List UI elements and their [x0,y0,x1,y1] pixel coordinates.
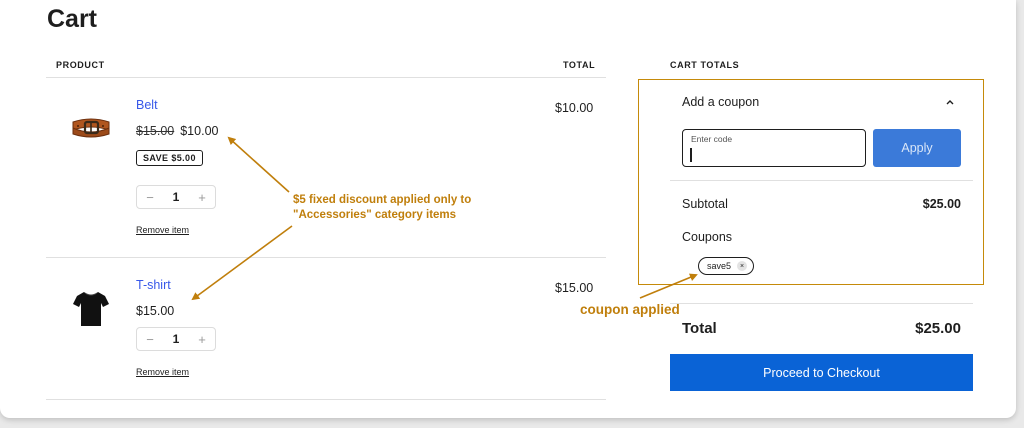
total-value: $25.00 [915,320,961,337]
annotation-highlight-box [638,79,984,285]
cart-page: Cart PRODUCT TOTAL Belt $15.00 $10.00 SAV… [0,0,1016,418]
save-badge: SAVE $5.00 [136,150,203,166]
text-caret [690,148,692,162]
coupon-applied-annotation: coupon applied [580,302,680,317]
subtotal-value: $25.00 [922,197,961,211]
quantity-increase-button[interactable]: + [195,332,209,347]
belt-icon[interactable] [69,114,113,145]
quantity-value[interactable]: 1 [173,332,180,346]
column-header-product: PRODUCT [56,60,105,70]
discount-annotation-line-1: $5 fixed discount applied only to [293,194,472,206]
tshirt-icon[interactable] [73,290,109,333]
quantity-stepper-tshirt: − 1 + [136,327,216,351]
apply-coupon-button[interactable]: Apply [873,129,961,167]
remove-item-link-belt[interactable]: Remove item [136,225,189,235]
total-label: Total [682,320,717,337]
chevron-up-icon[interactable] [944,96,956,108]
coupon-code-label: Enter code [691,134,733,144]
remove-coupon-icon[interactable]: × [737,261,748,271]
product-link-belt[interactable]: Belt [136,98,158,112]
quantity-increase-button[interactable]: + [195,190,209,205]
tshirt-price: $15.00 [136,304,175,318]
coupons-label: Coupons [682,230,733,244]
totals-divider [670,180,973,181]
subtotal-label: Subtotal [682,197,728,211]
line-total-belt: $10.00 [555,101,594,115]
product-link-tshirt[interactable]: T-shirt [136,278,171,292]
belt-sale-price: $10.00 [180,124,219,138]
proceed-to-checkout-button[interactable]: Proceed to Checkout [670,354,973,391]
page-title: Cart [47,5,98,33]
add-coupon-toggle[interactable]: Add a coupon [682,95,759,109]
cart-totals-heading: CART TOTALS [670,60,740,70]
quantity-stepper-belt: − 1 + [136,185,216,209]
belt-price: $15.00 $10.00 [136,124,218,138]
header-divider [46,77,606,78]
coupon-code-input[interactable]: Enter code [682,129,866,167]
table-bottom-divider [46,399,606,400]
total-divider [670,303,973,304]
remove-item-link-tshirt[interactable]: Remove item [136,367,189,377]
quantity-decrease-button[interactable]: − [143,332,157,347]
coupon-chip: save5 × [698,257,755,275]
coupon-chip-code: save5 [707,261,732,271]
quantity-decrease-button[interactable]: − [143,190,157,205]
line-total-tshirt: $15.00 [555,281,594,295]
arrow-to-tshirt-price [191,225,293,301]
discount-annotation-line-2: "Accessories" category items [293,209,457,221]
row-divider [46,257,606,258]
discount-annotation: $5 fixed discount applied only to "Acces… [293,193,513,223]
arrow-to-belt-price [227,136,290,193]
belt-original-price: $15.00 [136,124,175,138]
column-header-total: TOTAL [563,60,596,70]
quantity-value[interactable]: 1 [173,190,180,204]
